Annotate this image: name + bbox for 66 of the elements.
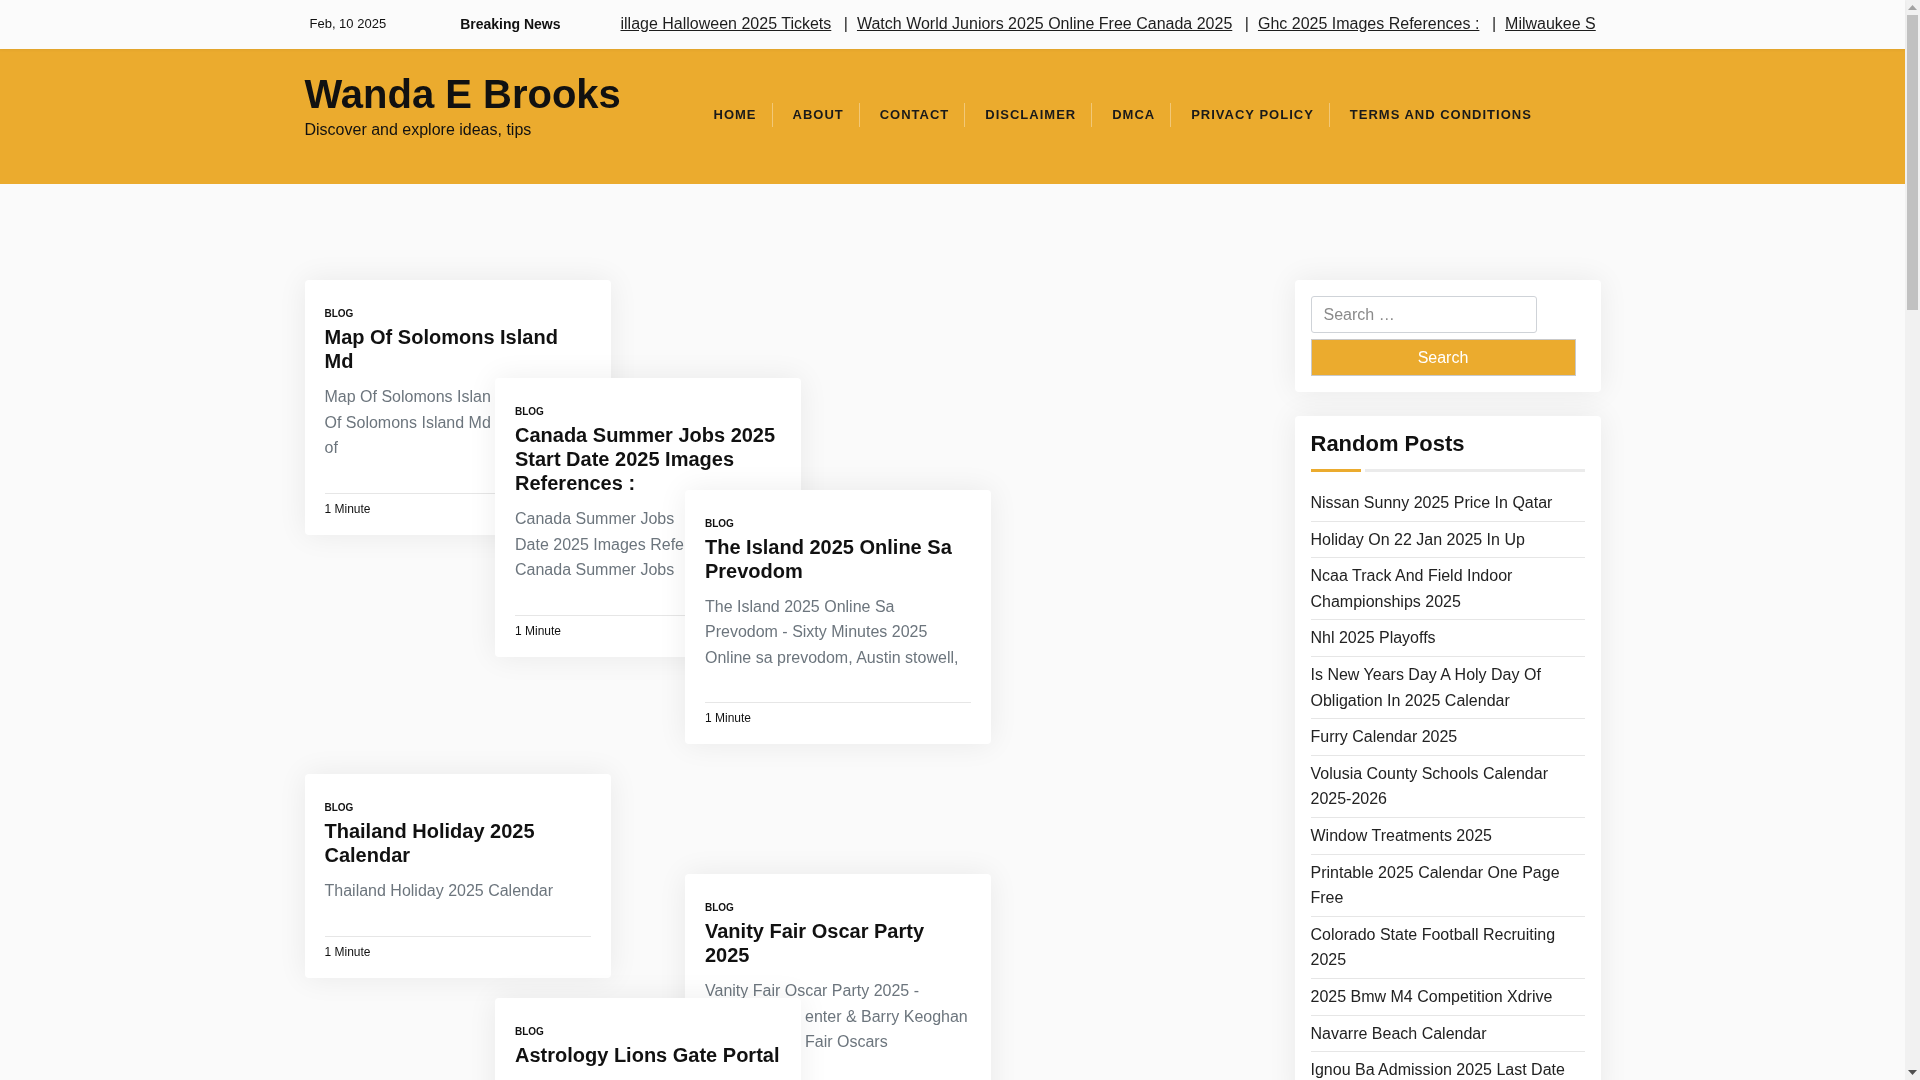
post-excerpt: Thailand Holiday 2025 Calendar <box>324 881 554 901</box>
post-title-link[interactable]: Astrology Lions Gate Portal <box>515 1043 781 1067</box>
category-link[interactable]: BLOG <box>324 307 354 321</box>
ticker-link[interactable]: Watch World Juniors 2025 Online Free Canada 2025 <box>856 14 1233 33</box>
random-post-link[interactable]: 2025 Bmw M4 Competition Xdrive <box>1310 983 1585 1010</box>
post-excerpt: Date 2025 Images Refe <box>515 534 684 555</box>
reading-time: 1 Minute <box>324 500 371 518</box>
post-excerpt: Of Solomons Island Md <box>324 412 491 433</box>
reading-time: 1 Minute <box>324 943 371 961</box>
category-link[interactable]: BLOG <box>705 901 734 915</box>
page-scrollbar[interactable] <box>1905 0 1920 1080</box>
post-excerpt: Fair Oscars <box>805 1032 888 1053</box>
site-tagline: Discover and explore ideas, tips <box>304 120 532 140</box>
nav-link[interactable]: PRIVACY POLICY <box>1191 103 1314 127</box>
post-excerpt: Map Of Solomons Islan <box>324 387 491 407</box>
random-post-link[interactable]: Colorado State Football Recruiting 2025 <box>1310 921 1585 973</box>
post-excerpt: Vanity Fair Oscar Party 2025 - <box>705 981 919 1001</box>
post-excerpt: Canada Summer Jobs <box>515 509 675 529</box>
post-excerpt: of <box>324 438 338 459</box>
nav-link[interactable]: DMCA <box>1112 103 1156 127</box>
nav-link[interactable]: ABOUT <box>792 103 844 127</box>
post-title-link[interactable]: Thailand Holiday 2025 Calendar <box>324 819 591 867</box>
search-field[interactable]: Search … <box>1310 296 1537 333</box>
random-post-link[interactable]: Printable 2025 Calendar One Page Free <box>1310 859 1585 911</box>
post-excerpt: Canada Summer Jobs <box>515 560 675 581</box>
random-post-link[interactable]: Volusia County Schools Calendar 2025-2026 <box>1310 760 1585 812</box>
category-link[interactable]: BLOG <box>324 801 354 815</box>
random-post-link[interactable]: Furry Calendar 2025 <box>1310 724 1585 750</box>
post-title-link[interactable]: The Island 2025 Online Sa Prevodom <box>705 534 971 583</box>
nav-link[interactable]: HOME <box>713 103 757 127</box>
random-post-link[interactable]: Navarre Beach Calendar <box>1310 1020 1585 1047</box>
random-post-link[interactable]: Ignou Ba Admission 2025 Last Date <box>1310 1057 1585 1080</box>
random-post-link[interactable]: Nhl 2025 Playoffs <box>1310 625 1585 651</box>
post-excerpt: Prevodom - Sixty Minutes 2025 <box>705 622 928 643</box>
ticker-link[interactable]: illage Halloween 2025 Tickets <box>620 14 832 33</box>
scrollbar-thumb[interactable] <box>1907 15 1918 310</box>
reading-time: 1 Minute <box>515 622 562 640</box>
post-excerpt: The Island 2025 Online Sa <box>705 596 895 617</box>
nav-link[interactable]: TERMS AND CONDITIONS <box>1349 103 1532 127</box>
post-title-link[interactable]: Vanity Fair Oscar Party 2025 <box>705 919 971 967</box>
category-link[interactable]: BLOG <box>515 405 544 419</box>
scroll-down-icon[interactable] <box>1908 1070 1917 1075</box>
current-date: Feb, 10 2025 <box>309 16 387 31</box>
random-post-link[interactable]: Nissan Sunny 2025 Price In Qatar <box>1310 490 1585 516</box>
post-title-link[interactable]: Map Of Solomons Island Md <box>324 325 591 373</box>
post-excerpt: Online sa prevodom, Austin stowell, <box>705 647 959 668</box>
reading-time: 1 Minute <box>705 710 752 728</box>
widget-title: Random Posts <box>1310 432 1465 456</box>
ticker-link[interactable]: Ghc 2025 Images References : <box>1257 14 1480 33</box>
nav-link[interactable]: CONTACT <box>879 103 950 127</box>
post-title-link[interactable]: Canada Summer Jobs 2025 Start Date 2025 Images References : <box>515 423 781 495</box>
ticker-separator: | <box>1491 14 1497 33</box>
ticker-separator: | <box>1244 14 1249 33</box>
category-link[interactable]: BLOG <box>515 1025 544 1039</box>
site-title[interactable]: Wanda E Brooks <box>304 71 621 117</box>
random-post-link[interactable]: Ncaa Track And Field Indoor Championships 2025 <box>1310 563 1585 615</box>
random-post-link[interactable]: Is New Years Day A Holy Day Of Obligation In 2025 Calendar <box>1310 661 1585 714</box>
random-post-link[interactable]: Holiday On 22 Jan 2025 In Up <box>1310 526 1585 553</box>
category-link[interactable]: BLOG <box>705 516 734 531</box>
post-excerpt: enter & Barry Keoghan <box>805 1006 968 1027</box>
nav-link[interactable]: DISCLAIMER <box>985 103 1077 127</box>
breaking-news-label: Breaking News <box>460 15 561 32</box>
scroll-up-icon[interactable] <box>1908 5 1917 10</box>
ticker-link[interactable]: Milwaukee S <box>1505 14 1596 33</box>
ticker-separator: | <box>843 14 848 33</box>
random-post-link[interactable]: Window Treatments 2025 <box>1310 822 1585 849</box>
